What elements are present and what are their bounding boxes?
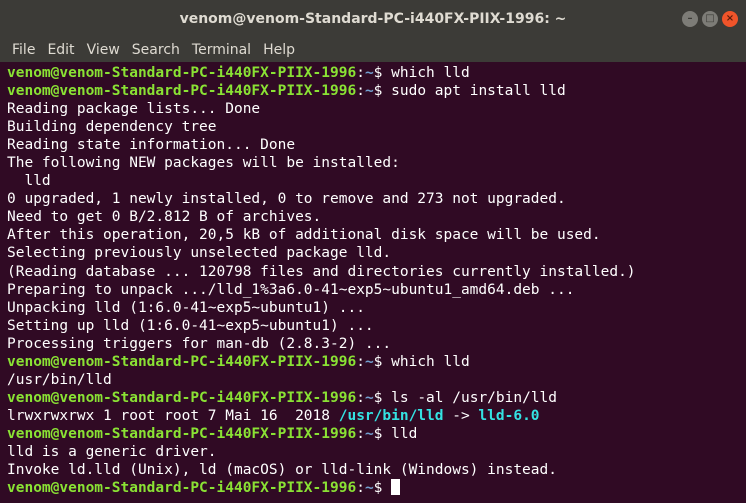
prompt-colon: : [356,389,365,406]
command-text: lld [391,425,418,442]
prompt-symbol: $ [373,83,392,100]
menu-bar: File Edit View Search Terminal Help [0,38,746,62]
prompt-dir: ~ [364,480,374,497]
output-text: Reading package lists... Done [7,101,261,118]
output-text: Processing triggers for man-db (2.8.3-2)… [7,335,392,352]
output-line: Selecting previously unselected package … [7,244,732,262]
prompt-colon: : [356,353,365,370]
output-text: Reading state information... Done [7,137,296,154]
command-line: venom@venom-Standard-PC-i440FX-PIIX-1996… [7,353,732,371]
output-text: (Reading database ... 120798 files and d… [7,263,636,280]
prompt-user-host: venom@venom-Standard-PC-i440FX-PIIX-1996 [7,425,357,442]
prompt-symbol: $ [373,65,392,81]
terminal-window: venom@venom-Standard-PC-i440FX-PIIX-1996… [0,0,746,503]
output-text: Unpacking lld (1:6.0-41~exp5~ubuntu1) ..… [7,299,365,316]
text-cursor[interactable] [391,479,400,496]
symlink-target: lld-6.0 [478,407,540,424]
output-line: Reading package lists... Done [7,100,732,118]
output-text: After this operation, 20,5 kB of additio… [7,227,601,244]
output-text: The following NEW packages will be insta… [7,155,400,172]
menu-view[interactable]: View [81,38,126,62]
prompt-colon: : [356,65,365,81]
command-line: venom@venom-Standard-PC-i440FX-PIIX-1996… [7,479,732,497]
output-text: Need to get 0 B/2.812 B of archives. [7,209,322,226]
prompt-dir: ~ [364,83,374,100]
command-line: venom@venom-Standard-PC-i440FX-PIIX-1996… [7,389,732,407]
close-button[interactable]: × [722,11,738,27]
output-line: /usr/bin/lld [7,371,732,389]
minimize-button[interactable]: – [682,11,698,27]
command-line: venom@venom-Standard-PC-i440FX-PIIX-1996… [7,425,732,443]
output-line: lld is a generic driver. [7,443,732,461]
output-line: lrwxrwxrwx 1 root root 7 Mai 16 2018 /us… [7,407,732,425]
window-controls: – □ × [682,11,738,27]
command-text: sudo apt install lld [391,83,566,100]
output-line: After this operation, 20,5 kB of additio… [7,226,732,244]
prompt-colon: : [356,480,365,497]
menu-file[interactable]: File [0,38,41,62]
command-text: which lld [391,65,470,81]
prompt-user-host: venom@venom-Standard-PC-i440FX-PIIX-1996 [7,480,357,497]
output-line: Processing triggers for man-db (2.8.3-2)… [7,335,732,353]
prompt-colon: : [356,83,365,100]
prompt-user-host: venom@venom-Standard-PC-i440FX-PIIX-1996 [7,353,357,370]
output-line: Building dependency tree [7,118,732,136]
prompt-symbol: $ [373,353,392,370]
prompt-user-host: venom@venom-Standard-PC-i440FX-PIIX-1996 [7,65,357,81]
title-bar[interactable]: venom@venom-Standard-PC-i440FX-PIIX-1996… [0,0,746,38]
prompt-dir: ~ [364,65,374,81]
output-line: Preparing to unpack .../lld_1%3a6.0-41~e… [7,281,732,299]
command-text: which lld [391,353,470,370]
output-text: Preparing to unpack .../lld_1%3a6.0-41~e… [7,281,575,298]
menu-terminal[interactable]: Terminal [186,38,257,62]
prompt-dir: ~ [364,425,374,442]
terminal-output[interactable]: venom@venom-Standard-PC-i440FX-PIIX-1996… [0,62,732,503]
output-line: Unpacking lld (1:6.0-41~exp5~ubuntu1) ..… [7,299,732,317]
menu-help[interactable]: Help [257,38,301,62]
output-line: (Reading database ... 120798 files and d… [7,263,732,281]
output-text: Invoke ld.lld (Unix), ld (macOS) or lld-… [7,462,557,479]
output-line: Reading state information... Done [7,136,732,154]
command-line: venom@venom-Standard-PC-i440FX-PIIX-1996… [7,82,732,100]
scrollbar[interactable] [732,62,746,503]
output-text: lld [7,173,51,190]
output-line: Setting up lld (1:6.0-41~exp5~ubuntu1) .… [7,317,732,335]
output-line: Need to get 0 B/2.812 B of archives. [7,208,732,226]
symlink-name: /usr/bin/lld [338,407,444,424]
command-line: venom@venom-Standard-PC-i440FX-PIIX-1996… [7,64,732,82]
ls-details: lrwxrwxrwx 1 root root 7 Mai 16 2018 [7,407,339,424]
prompt-dir: ~ [364,353,374,370]
output-text: 0 upgraded, 1 newly installed, 0 to remo… [7,191,566,208]
menu-search[interactable]: Search [126,38,186,62]
output-line: lld [7,172,732,190]
window-title: venom@venom-Standard-PC-i440FX-PIIX-1996… [179,11,567,27]
menu-edit[interactable]: Edit [41,38,80,62]
output-line: The following NEW packages will be insta… [7,154,732,172]
prompt-colon: : [356,425,365,442]
prompt-symbol: $ [373,480,392,497]
output-text: Selecting previously unselected package … [7,245,392,262]
maximize-button[interactable]: □ [702,11,718,27]
output-text: Building dependency tree [7,119,217,136]
prompt-dir: ~ [364,389,374,406]
output-text: lld is a generic driver. [7,443,217,460]
output-line: 0 upgraded, 1 newly installed, 0 to remo… [7,190,732,208]
output-text: /usr/bin/lld [7,371,112,388]
prompt-user-host: venom@venom-Standard-PC-i440FX-PIIX-1996 [7,389,357,406]
prompt-user-host: venom@venom-Standard-PC-i440FX-PIIX-1996 [7,83,357,100]
symlink-arrow: -> [443,407,479,424]
command-text: ls -al /usr/bin/lld [391,389,558,406]
output-text: Setting up lld (1:6.0-41~exp5~ubuntu1) .… [7,317,374,334]
prompt-symbol: $ [373,425,392,442]
output-line: Invoke ld.lld (Unix), ld (macOS) or lld-… [7,461,732,479]
prompt-symbol: $ [373,389,392,406]
